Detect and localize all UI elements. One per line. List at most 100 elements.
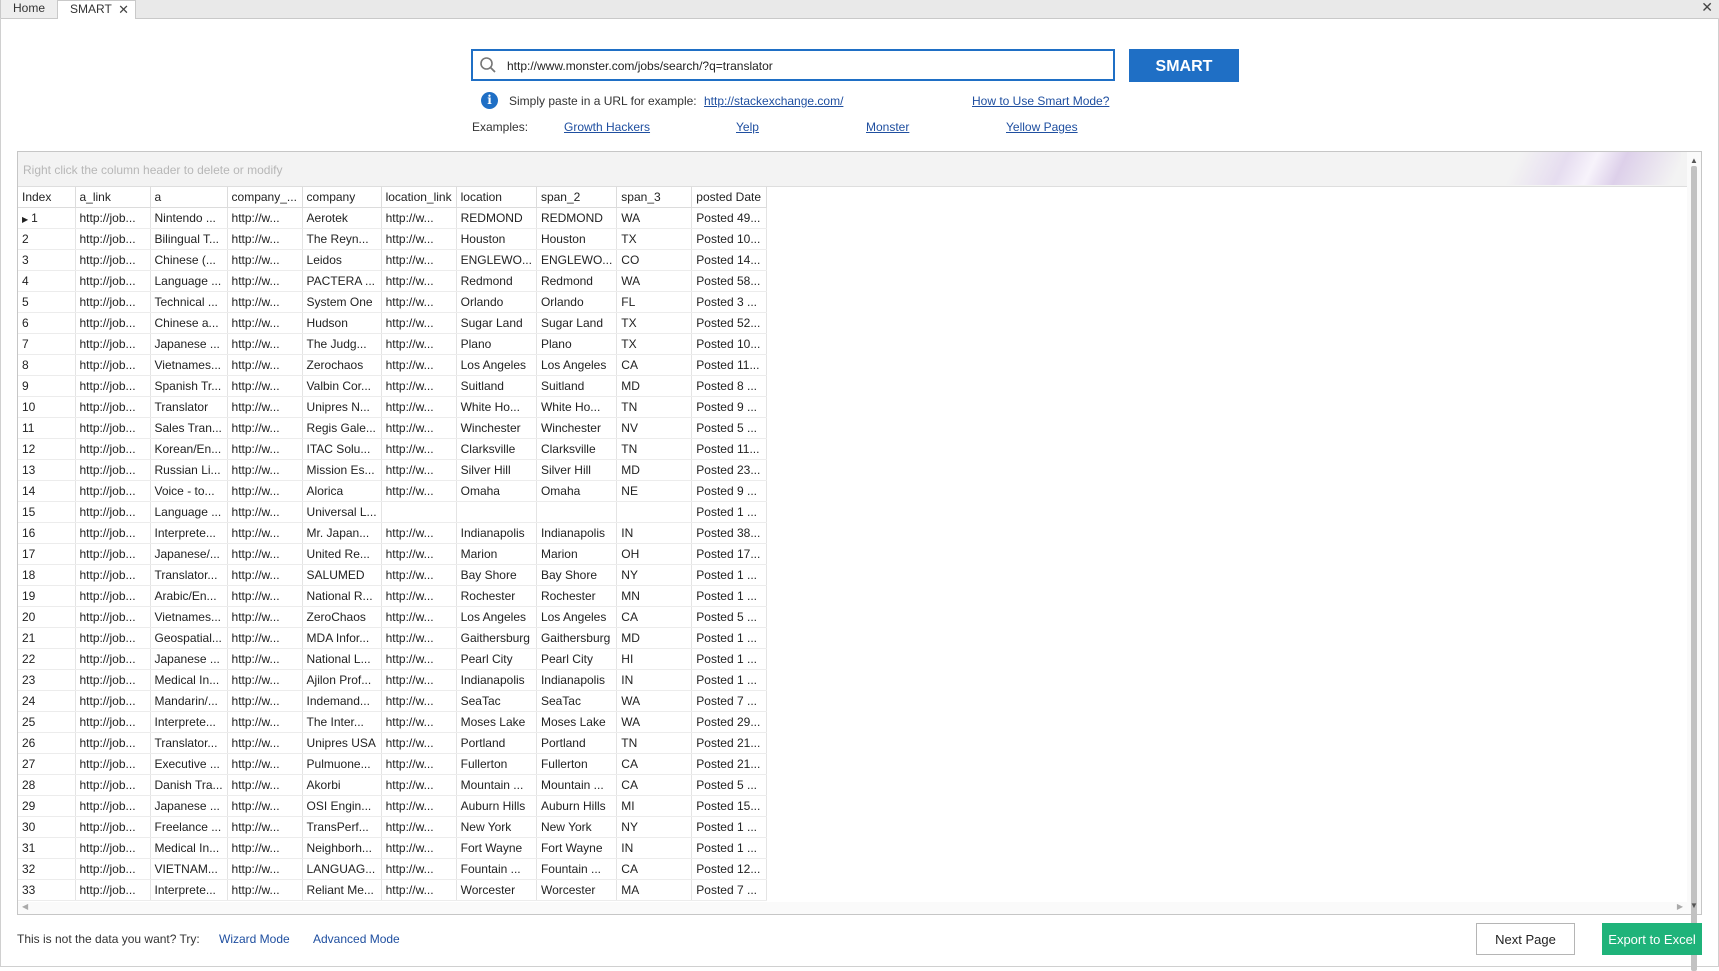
table-cell[interactable]: http://w... [227,522,303,544]
table-cell[interactable]: Chinese (... [150,249,228,271]
table-row[interactable]: 13 http://job... Russian Li... http://w... M… [18,459,768,481]
table-cell[interactable]: Posted 1 ... [691,627,768,649]
tab-smart[interactable]: SMART ✕ [58,0,136,19]
table-cell[interactable]: WA [616,207,693,229]
table-cell[interactable]: http://job... [75,270,151,292]
column-header[interactable]: company [302,187,382,208]
table-cell[interactable]: Worcester [536,879,618,901]
table-cell[interactable]: http://w... [381,711,457,733]
table-cell[interactable]: http://job... [75,774,151,796]
table-cell[interactable]: OH [616,543,693,565]
table-cell[interactable]: http://w... [381,417,457,439]
table-cell[interactable]: http://w... [227,543,303,565]
table-row[interactable]: 31 http://job... Medical In... http://w... N… [18,837,768,859]
table-cell[interactable]: Posted 10... [691,228,768,250]
row-index-cell[interactable]: 20 [18,606,76,628]
table-row[interactable]: 14 http://job... Voice - to... http://w... A… [18,480,768,502]
export-to-excel-button[interactable]: Export to Excel [1602,923,1702,955]
table-cell[interactable]: Danish Tra... [150,774,228,796]
table-cell[interactable]: Posted 38... [691,522,768,544]
table-cell[interactable]: http://w... [381,291,457,313]
table-cell[interactable]: Spanish Tr... [150,375,228,397]
table-cell[interactable]: http://w... [227,627,303,649]
table-cell[interactable]: Fullerton [536,753,618,775]
table-cell[interactable]: SeaTac [536,690,618,712]
table-cell[interactable]: Unipres N... [302,396,382,418]
table-cell[interactable]: Posted 10... [691,333,768,355]
table-cell[interactable]: Posted 5 ... [691,417,768,439]
table-cell[interactable]: Plano [536,333,618,355]
table-cell[interactable]: Suitland [456,375,537,397]
table-cell[interactable]: White Ho... [536,396,618,418]
table-cell[interactable]: http://w... [381,207,457,229]
table-cell[interactable]: Los Angeles [456,354,537,376]
table-cell[interactable]: Fountain ... [456,858,537,880]
row-index-cell[interactable]: 33 [18,879,76,901]
table-cell[interactable]: WA [616,270,693,292]
table-cell[interactable]: http://w... [381,333,457,355]
table-cell[interactable]: http://job... [75,879,151,901]
table-cell[interactable]: http://w... [227,480,303,502]
table-cell[interactable]: Posted 5 ... [691,774,768,796]
table-cell[interactable]: Sugar Land [456,312,537,334]
table-cell[interactable]: NY [616,816,693,838]
row-index-cell[interactable]: 16 [18,522,76,544]
row-index-cell[interactable]: 21 [18,627,76,649]
table-cell[interactable]: http://w... [381,879,457,901]
table-cell[interactable]: http://w... [381,816,457,838]
table-row[interactable]: 19 http://job... Arabic/En... http://w... Na… [18,585,768,607]
table-cell[interactable]: http://job... [75,543,151,565]
table-row[interactable]: 9 http://job... Spanish Tr... http://w... Va… [18,375,768,397]
table-cell[interactable]: http://w... [381,669,457,691]
table-cell[interactable]: http://w... [227,459,303,481]
table-cell[interactable]: http://w... [227,585,303,607]
table-cell[interactable]: Indianapolis [536,522,618,544]
table-cell[interactable]: http://w... [381,396,457,418]
table-cell[interactable]: Indianapolis [456,669,537,691]
row-index-cell[interactable]: 10 [18,396,76,418]
table-cell[interactable]: TX [616,333,693,355]
column-header[interactable]: location [456,187,537,208]
row-index-cell[interactable]: 22 [18,648,76,670]
table-cell[interactable]: http://job... [75,690,151,712]
table-cell[interactable]: http://w... [381,522,457,544]
table-row[interactable]: 18 http://job... Translator... http://w... S… [18,564,768,586]
table-cell[interactable]: Vietnames... [150,606,228,628]
table-cell[interactable]: http://job... [75,606,151,628]
table-cell[interactable]: Translator... [150,732,228,754]
table-cell[interactable]: Posted 1 ... [691,648,768,670]
table-cell[interactable]: http://job... [75,249,151,271]
column-header[interactable]: a [150,187,228,208]
table-cell[interactable]: Posted 21... [691,753,768,775]
row-index-cell[interactable]: 8 [18,354,76,376]
table-cell[interactable]: Fort Wayne [456,837,537,859]
table-row[interactable]: 24 http://job... Mandarin/... http://w... In… [18,690,768,712]
table-cell[interactable]: Omaha [536,480,618,502]
table-cell[interactable]: Marion [456,543,537,565]
table-cell[interactable] [381,501,457,523]
table-cell[interactable]: http://w... [381,249,457,271]
table-cell[interactable]: TX [616,312,693,334]
table-cell[interactable]: http://w... [381,585,457,607]
table-cell[interactable]: Korean/En... [150,438,228,460]
table-cell[interactable]: http://job... [75,207,151,229]
table-cell[interactable]: http://w... [227,396,303,418]
row-index-cell[interactable]: 27 [18,753,76,775]
table-row[interactable]: 7 http://job... Japanese ... http://w... The… [18,333,768,355]
table-cell[interactable]: New York [456,816,537,838]
row-index-cell[interactable]: ▶ 1 [18,207,76,229]
row-index-cell[interactable]: 32 [18,858,76,880]
row-index-cell[interactable]: 23 [18,669,76,691]
table-cell[interactable]: Winchester [536,417,618,439]
horizontal-scrollbar[interactable]: ◀ ▶ [18,902,1687,914]
table-cell[interactable]: Indianapolis [456,522,537,544]
table-cell[interactable]: Plano [456,333,537,355]
table-cell[interactable]: http://job... [75,396,151,418]
table-cell[interactable]: Moses Lake [536,711,618,733]
table-cell[interactable]: Bay Shore [456,564,537,586]
table-row[interactable]: ▶ 1 http://job... Nintendo ... http://w... Ae… [18,207,768,229]
table-cell[interactable]: Russian Li... [150,459,228,481]
table-cell[interactable]: Posted 1 ... [691,564,768,586]
table-row[interactable]: 22 http://job... Japanese ... http://w... Na… [18,648,768,670]
table-cell[interactable]: Pearl City [536,648,618,670]
